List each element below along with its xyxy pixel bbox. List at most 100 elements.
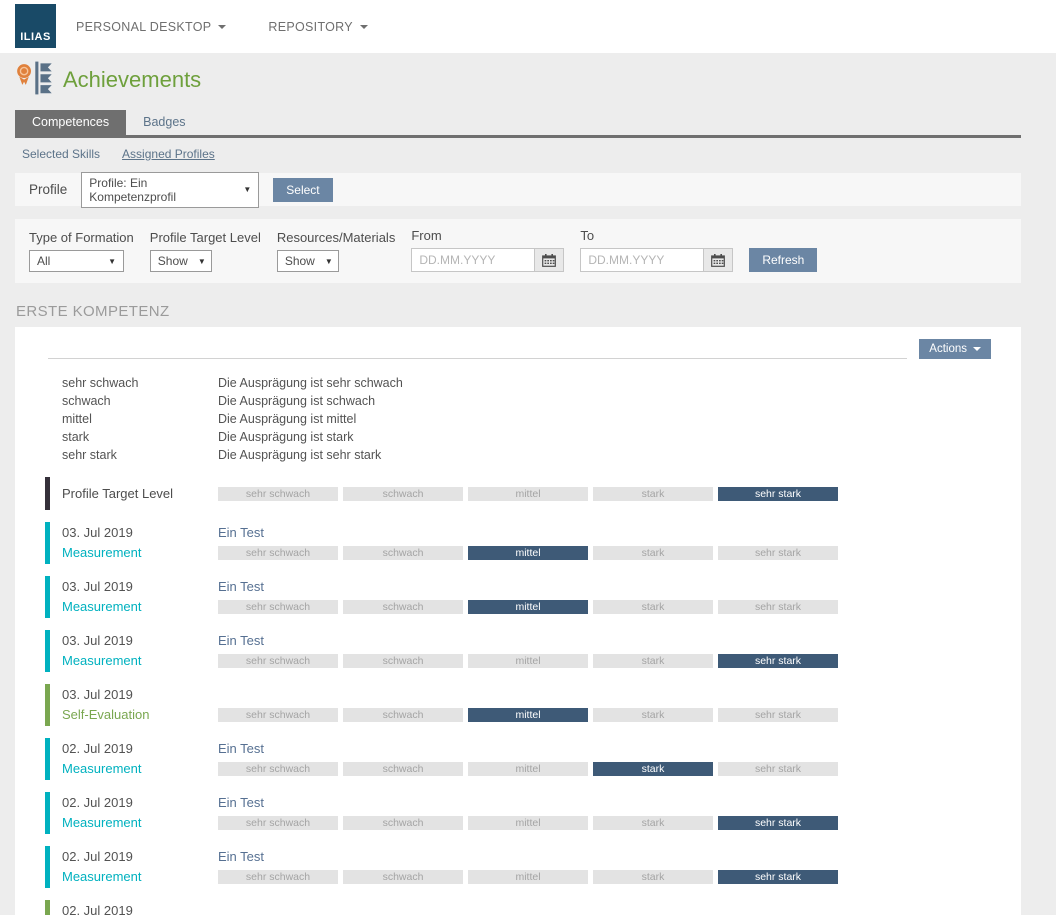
type-of-formation-select[interactable]: All ▼ <box>29 250 124 272</box>
panel-toolbar: Actions <box>45 339 991 359</box>
scale-segment: mittel <box>468 546 588 560</box>
filter-from: From <box>411 228 564 272</box>
profile-target-level-select[interactable]: Show ▼ <box>150 250 212 272</box>
entry-date: 02. Jul 2019 <box>62 902 218 915</box>
entry-scale-row: Measurementsehr schwachschwachmittelstar… <box>62 599 991 614</box>
entry-title-link[interactable]: Ein Test <box>218 524 264 541</box>
top-navbar: ILIAS PERSONAL DESKTOP REPOSITORY <box>0 0 1056 53</box>
to-date-input[interactable] <box>580 248 703 272</box>
scale-segment: stark <box>593 487 713 501</box>
scale-segment: mittel <box>468 870 588 884</box>
filter-to: To <box>580 228 733 272</box>
legend-level-label: schwach <box>62 392 218 410</box>
competence-panel: Actions sehr schwachDie Ausprägung ist s… <box>15 327 1021 915</box>
entry-title-link[interactable]: Ein Test <box>218 578 264 595</box>
entry-type-label: Self-Evaluation <box>62 707 218 722</box>
filter-resources-materials: Resources/Materials Show ▼ <box>277 230 396 272</box>
entry-header-row: 02. Jul 2019Ein Test <box>62 740 991 757</box>
select-value: Show <box>158 254 188 268</box>
filter-bar: Type of Formation All ▼ Profile Target L… <box>15 219 1021 283</box>
subtab-assigned-profiles[interactable]: Assigned Profiles <box>122 147 215 161</box>
entry-header-row: 03. Jul 2019Ein Test <box>62 578 991 595</box>
filter-label: To <box>580 228 733 243</box>
entry-title-link[interactable]: Ein Test <box>218 740 264 757</box>
entry-title-link[interactable]: Ein Test <box>218 794 264 811</box>
scale-segment: stark <box>593 870 713 884</box>
entry-type-label: Measurement <box>62 815 218 830</box>
entry-date: 02. Jul 2019 <box>62 794 218 811</box>
calendar-icon[interactable] <box>703 248 733 272</box>
profile-target-level-row: Profile Target Levelsehr schwachschwachm… <box>45 477 991 510</box>
rating-scale: sehr schwachschwachmittelstarksehr stark <box>218 546 838 560</box>
rating-scale: sehr schwachschwachmittelstarksehr stark <box>218 654 838 668</box>
entry-type-label: Measurement <box>62 653 218 668</box>
scale-segment: sehr schwach <box>218 816 338 830</box>
scale-segment: mittel <box>468 708 588 722</box>
scale-segment: sehr stark <box>718 816 838 830</box>
scale-segment: sehr stark <box>718 708 838 722</box>
menu-personal-desktop-label: PERSONAL DESKTOP <box>76 20 211 34</box>
profile-target-level-label: Profile Target Level <box>62 486 218 501</box>
select-arrow-icon: ▼ <box>198 257 206 266</box>
menu-repository[interactable]: REPOSITORY <box>268 20 368 34</box>
legend-row: schwachDie Ausprägung ist schwach <box>62 392 991 410</box>
subtab-selected-skills[interactable]: Selected Skills <box>22 147 100 161</box>
page-title: Achievements <box>63 67 201 93</box>
calendar-icon[interactable] <box>534 248 564 272</box>
actions-button[interactable]: Actions <box>919 339 991 359</box>
entry-header-row: 03. Jul 2019Ein Test <box>62 524 991 541</box>
entry-header-row: 03. Jul 2019Ein Test <box>62 632 991 649</box>
scale-segment: sehr stark <box>718 654 838 668</box>
filter-label: Type of Formation <box>29 230 134 245</box>
legend-level-description: Die Ausprägung ist mittel <box>218 410 356 428</box>
scale-segment: sehr stark <box>718 600 838 614</box>
filter-type-of-formation: Type of Formation All ▼ <box>29 230 134 272</box>
actions-button-label: Actions <box>929 343 967 355</box>
legend-level-label: mittel <box>62 410 218 428</box>
scale-segment: mittel <box>468 654 588 668</box>
achievements-icon <box>15 60 53 99</box>
toolbar-divider <box>48 358 907 359</box>
entry-date: 03. Jul 2019 <box>62 686 218 703</box>
scale-segment: sehr stark <box>718 487 838 501</box>
entry-header-row: 02. Jul 2019 <box>62 902 991 915</box>
select-button[interactable]: Select <box>273 178 332 202</box>
entry-scale-row: Measurementsehr schwachschwachmittelstar… <box>62 761 991 776</box>
legend-row: mittelDie Ausprägung ist mittel <box>62 410 991 428</box>
entry-type-label: Measurement <box>62 761 218 776</box>
profile-select[interactable]: Profile: Ein Kompetenzprofil ▼ <box>81 172 259 208</box>
tab-underline <box>15 135 1021 138</box>
entry-date: 03. Jul 2019 <box>62 524 218 541</box>
entry-title-link[interactable]: Ein Test <box>218 632 264 649</box>
competence-entry: 02. Jul 2019Ein TestMeasurementsehr schw… <box>45 792 991 834</box>
competence-entry: 03. Jul 2019Ein TestMeasurementsehr schw… <box>45 522 991 564</box>
legend-level-label: sehr stark <box>62 446 218 464</box>
scale-segment: schwach <box>343 870 463 884</box>
from-date-input[interactable] <box>411 248 534 272</box>
scale-segment: sehr schwach <box>218 600 338 614</box>
tab-bar: Competences Badges <box>15 110 1056 135</box>
refresh-button[interactable]: Refresh <box>749 248 817 272</box>
scale-segment: sehr schwach <box>218 487 338 501</box>
entry-type-label: Measurement <box>62 599 218 614</box>
tab-badges[interactable]: Badges <box>126 110 202 135</box>
select-arrow-icon: ▼ <box>243 185 251 194</box>
entry-type-label: Measurement <box>62 545 218 560</box>
legend-level-label: stark <box>62 428 218 446</box>
scale-segment: sehr schwach <box>218 708 338 722</box>
scale-segment: mittel <box>468 487 588 501</box>
select-arrow-icon: ▼ <box>108 257 116 266</box>
menu-personal-desktop[interactable]: PERSONAL DESKTOP <box>76 20 226 34</box>
entry-title-link[interactable]: Ein Test <box>218 848 264 865</box>
entry-scale-row: Measurementsehr schwachschwachmittelstar… <box>62 545 991 560</box>
scale-segment: schwach <box>343 708 463 722</box>
tab-competences[interactable]: Competences <box>15 110 126 135</box>
select-value: All <box>37 254 50 268</box>
ilias-logo[interactable]: ILIAS <box>15 4 56 48</box>
resources-materials-select[interactable]: Show ▼ <box>277 250 339 272</box>
rating-scale: sehr schwachschwachmittelstarksehr stark <box>218 600 838 614</box>
profile-label: Profile <box>29 182 67 197</box>
profile-form: Profile Profile: Ein Kompetenzprofil ▼ S… <box>15 173 1021 206</box>
scale-segment: mittel <box>468 816 588 830</box>
entry-scale-row: Measurementsehr schwachschwachmittelstar… <box>62 815 991 830</box>
